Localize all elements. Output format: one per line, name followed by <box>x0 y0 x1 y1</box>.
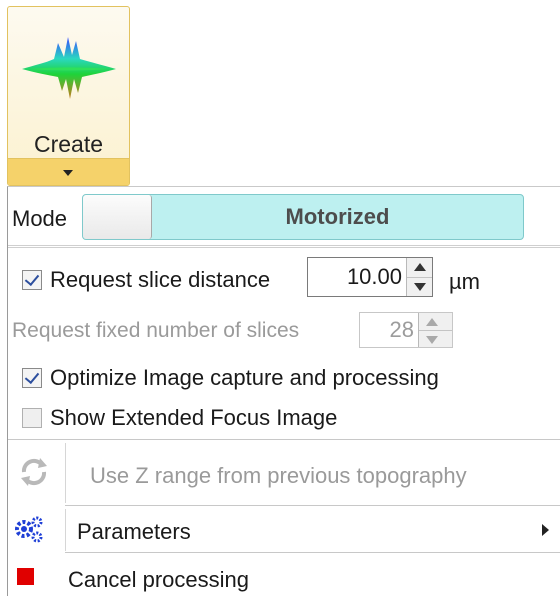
divider <box>8 245 560 248</box>
show-extended-focus-row: Show Extended Focus Image <box>22 405 337 431</box>
optimize-capture-label: Optimize Image capture and processing <box>50 365 439 390</box>
fixed-slices-increment-button[interactable] <box>419 313 452 331</box>
mode-value: Motorized <box>285 204 390 229</box>
divider <box>65 552 560 553</box>
cancel-processing-command[interactable]: Cancel processing <box>8 557 560 596</box>
vertical-divider <box>65 509 66 551</box>
request-slice-distance-checkbox[interactable] <box>22 270 42 290</box>
optimize-capture-row: Optimize Image capture and processing <box>22 365 439 391</box>
fixed-slices-stepper[interactable]: 28 <box>359 312 453 348</box>
dropdown-arrow-icon <box>63 170 73 176</box>
request-fixed-slices-label: Request fixed number of slices <box>12 319 300 342</box>
parameters-menu-item[interactable]: Parameters <box>8 509 560 551</box>
vertical-divider <box>65 443 66 503</box>
request-slice-distance-label: Request slice distance <box>50 267 271 292</box>
request-slice-distance-row: Request slice distance <box>22 267 270 293</box>
divider <box>8 439 560 440</box>
fixed-slices-value[interactable]: 28 <box>360 313 418 347</box>
divider <box>65 505 560 506</box>
slice-distance-decrement-button[interactable] <box>407 277 432 296</box>
surface-topography-icon <box>22 37 116 99</box>
create-dropdown-toggle[interactable] <box>8 158 129 185</box>
use-z-range-label: Use Z range from previous topography <box>90 463 467 488</box>
slice-distance-unit: µm <box>449 269 481 294</box>
slice-distance-value[interactable]: 10.00 <box>308 258 406 296</box>
slice-distance-stepper[interactable]: 10.00 <box>307 257 433 297</box>
parameters-label: Parameters <box>77 519 191 544</box>
optimize-capture-checkbox[interactable] <box>22 368 42 388</box>
create-button[interactable]: Create <box>7 6 130 186</box>
mode-toggle-knob[interactable] <box>83 195 152 239</box>
refresh-icon <box>21 458 47 486</box>
create-button-label: Create <box>33 131 104 157</box>
mode-label: Mode <box>12 206 68 231</box>
fixed-slices-decrement-button[interactable] <box>419 330 452 347</box>
gears-icon <box>15 516 43 543</box>
stop-icon <box>17 568 34 585</box>
submenu-arrow-icon <box>542 524 549 536</box>
slice-distance-increment-button[interactable] <box>407 258 432 278</box>
mode-toggle[interactable]: Motorized <box>82 194 524 240</box>
create-button-main[interactable]: Create <box>8 7 129 158</box>
use-z-range-command[interactable]: Use Z range from previous topography <box>8 443 560 503</box>
cancel-processing-label: Cancel processing <box>68 567 249 592</box>
create-options-panel: Mode Motorized Request slice distance 10… <box>7 186 560 596</box>
show-extended-focus-label: Show Extended Focus Image <box>50 405 338 430</box>
show-extended-focus-checkbox[interactable] <box>22 408 42 428</box>
